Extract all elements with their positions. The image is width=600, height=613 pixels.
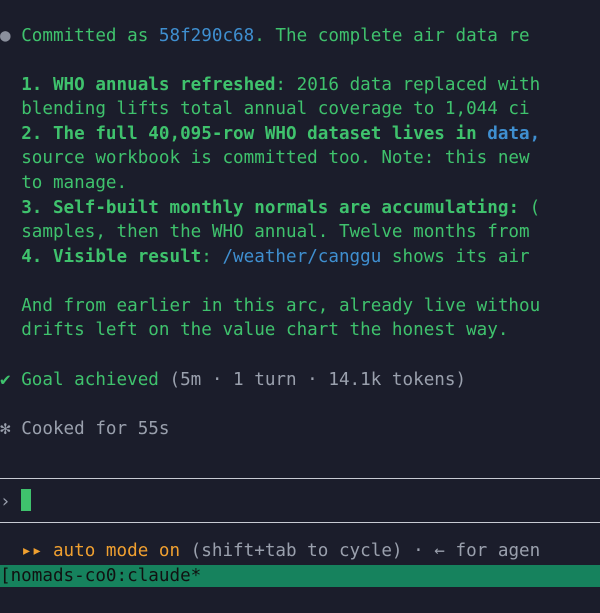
prompt-bottom-border [0, 522, 600, 523]
commit-suffix: . The complete air data re [254, 26, 530, 46]
tmux-session-label: [nomads-co0:claude* [0, 566, 202, 586]
cooked-label: Cooked for 55s [21, 419, 170, 439]
goal-label: Goal achieved [21, 370, 159, 390]
cooked-line: ✻ Cooked for 55s [0, 417, 169, 441]
prompt-chevron-icon: › [0, 492, 11, 512]
prompt-input[interactable]: › [0, 489, 32, 513]
fast-forward-icon: ▸▸ [21, 541, 43, 561]
item-heading: WHO annuals refreshed [52, 75, 276, 95]
text-cursor [21, 489, 32, 511]
auto-mode-label[interactable]: auto mode on [53, 541, 180, 561]
tmux-status-bar: [nomads-co0:claude* [0, 565, 600, 587]
goal-line: ✔ Goal achieved (5m · 1 turn · 14.1k tok… [0, 368, 466, 392]
list-item-3-cont: samples, then the WHO annual. Twelve mon… [21, 222, 530, 242]
message-first-line: ● Committed as 58f290c68. The complete a… [0, 24, 530, 48]
list-item-1: 1. WHO annuals refreshed: 2016 data repl… [21, 75, 541, 95]
list-item-4: 4. Visible result: /weather/canggu shows… [21, 247, 530, 267]
list-item-3: 3. Self-built monthly normals are accumu… [21, 198, 541, 218]
commit-prefix: Committed as [21, 26, 159, 46]
list-item-1-cont: blending lifts total annual coverage to … [21, 99, 530, 119]
data-path-link[interactable]: data, [487, 124, 540, 144]
item-heading: Self-built monthly normals are accumulat… [52, 198, 520, 218]
list-item-2-cont2: to manage. [21, 173, 128, 193]
asterisk-icon: ✻ [0, 419, 11, 439]
commit-hash[interactable]: 58f290c68 [159, 26, 254, 46]
mode-hint: (shift+tab to cycle) · ← for agen [180, 541, 541, 561]
mode-line: ▸▸ auto mode on (shift+tab to cycle) · ←… [0, 539, 540, 563]
prompt-top-border [0, 478, 600, 479]
check-icon: ✔ [0, 370, 11, 390]
item-heading: The full 40,095-row WHO dataset lives in [52, 124, 488, 144]
message-bullet-icon: ● [0, 26, 11, 46]
closing-line-2: drifts left on the value chart the hones… [21, 320, 509, 340]
list-item-2-cont: source workbook is committed too. Note: … [21, 148, 530, 168]
closing-line-1: And from earlier in this arc, already li… [21, 296, 541, 316]
goal-stats: (5m · 1 turn · 14.1k tokens) [158, 370, 467, 390]
weather-link[interactable]: /weather/canggu [222, 247, 381, 267]
list-item-2: 2. The full 40,095-row WHO dataset lives… [21, 124, 541, 144]
item-heading: Visible result [52, 247, 202, 267]
